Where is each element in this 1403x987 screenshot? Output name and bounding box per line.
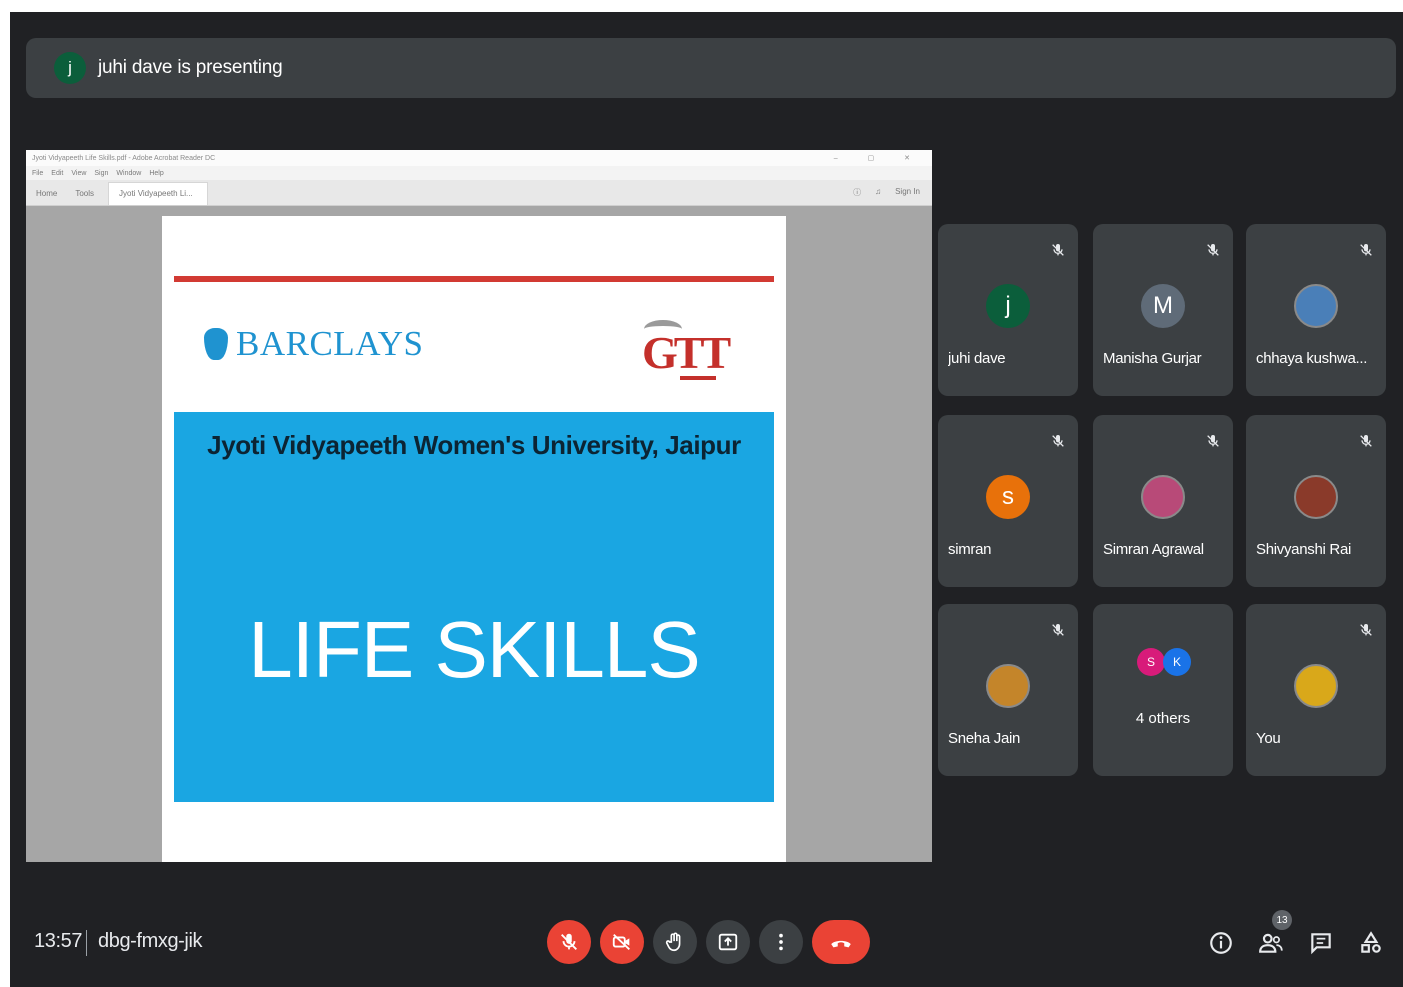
- screen-sign-in: Sign In: [895, 187, 920, 196]
- shared-screen[interactable]: Jyoti Vidyapeeth Life Skills.pdf - Adobe…: [26, 150, 932, 862]
- muted-mic-icon: [1052, 435, 1064, 447]
- participant-name: 4 others: [1135, 710, 1191, 727]
- screen-tab-home: Home: [36, 189, 58, 198]
- participant-avatar: s: [986, 475, 1030, 519]
- people-count-badge: 13: [1272, 910, 1292, 930]
- meet-window: j juhi dave is presenting Jyoti Vidyapee…: [10, 12, 1403, 987]
- muted-mic-icon: [1052, 624, 1064, 636]
- barclays-eagle-icon: [204, 328, 228, 360]
- gtt-tagline-bar: [680, 376, 716, 380]
- participant-name: juhi dave: [948, 350, 1006, 367]
- slide-title-panel: Jyoti Vidyapeeth Women's University, Jai…: [174, 412, 774, 802]
- participant-tile-chhaya-kushwa[interactable]: chhaya kushwa...: [1246, 224, 1386, 396]
- mic-off-icon: [561, 933, 577, 950]
- gtt-logo: GTT: [636, 312, 731, 382]
- chat-button[interactable]: [1308, 930, 1334, 956]
- people-button[interactable]: [1258, 930, 1284, 956]
- participant-name: You: [1256, 730, 1281, 747]
- participant-tile-sneha-jain[interactable]: Sneha Jain: [938, 604, 1078, 776]
- participant-name: chhaya kushwa...: [1256, 350, 1368, 367]
- screen-window-title: Jyoti Vidyapeeth Life Skills.pdf - Adobe…: [32, 154, 216, 162]
- screen-menu-item: Edit: [51, 169, 64, 177]
- participant-name: Manisha Gurjar: [1103, 350, 1202, 367]
- screen-menu-item: Sign: [94, 169, 109, 177]
- screen-window-controls: ‒ ▢ ✕: [833, 155, 924, 162]
- slide-university: Jyoti Vidyapeeth Women's University, Jai…: [207, 430, 741, 460]
- screen-tab-tools: Tools: [75, 189, 95, 198]
- clock-time: 13:57: [34, 930, 83, 952]
- camera-off-icon: [612, 933, 630, 951]
- slide-page: BARCLAYS GTT Jyoti Vidyapeeth Women's Un…: [162, 216, 786, 862]
- participant-avatar: M: [1141, 284, 1185, 328]
- bottom-bar: 13:57 dbg-fmxg-jik 13: [10, 892, 1403, 987]
- hang-up-icon: [831, 940, 851, 948]
- muted-mic-icon: [1360, 244, 1372, 256]
- others-avatar-k: K: [1163, 648, 1191, 676]
- leave-call-button[interactable]: [812, 920, 870, 964]
- meeting-code: dbg-fmxg-jik: [98, 930, 203, 952]
- mic-off-button[interactable]: [547, 920, 591, 964]
- participant-photo: [986, 664, 1030, 708]
- presenting-banner: j juhi dave is presenting: [26, 38, 1396, 98]
- barclays-wordmark: BARCLAYS: [236, 324, 424, 363]
- more-options-button[interactable]: [759, 920, 803, 964]
- info-icon: [1210, 932, 1232, 954]
- participant-tile-manisha-gurjar[interactable]: M Manisha Gurjar: [1093, 224, 1233, 396]
- presenting-text: juhi dave is presenting: [98, 57, 283, 78]
- participant-photo: [1141, 475, 1185, 519]
- activities-button[interactable]: [1358, 930, 1384, 956]
- participant-photo: [1294, 664, 1338, 708]
- activities-icon: [1361, 931, 1381, 953]
- divider: [86, 930, 87, 956]
- screen-menu-item: File: [32, 169, 44, 177]
- participant-tile-juhi-dave[interactable]: j juhi dave: [938, 224, 1078, 396]
- slide-title: LIFE SKILLS: [248, 605, 700, 694]
- participant-tile-you[interactable]: You: [1246, 604, 1386, 776]
- muted-mic-icon: [1052, 244, 1064, 256]
- raise-hand-button[interactable]: [653, 920, 697, 964]
- present-button[interactable]: [706, 920, 750, 964]
- screen-menu-item: View: [71, 169, 87, 177]
- participant-name: Simran Agrawal: [1103, 541, 1204, 558]
- participant-tile-simran[interactable]: s simran: [938, 415, 1078, 587]
- screen-menu-item: Help: [149, 169, 164, 177]
- camera-off-button[interactable]: [600, 920, 644, 964]
- screen-title-bar: Jyoti Vidyapeeth Life Skills.pdf - Adobe…: [26, 150, 932, 166]
- muted-mic-icon: [1207, 244, 1219, 256]
- chat-icon: [1311, 933, 1331, 955]
- screen-help-icon: ⓘ: [853, 188, 862, 197]
- screen-menu-item: Window: [116, 169, 142, 177]
- screen-menu-bar: File Edit View Sign Window Help: [26, 166, 932, 180]
- participant-photo: [1294, 475, 1338, 519]
- people-icon: [1259, 933, 1283, 953]
- barclays-logo: BARCLAYS: [204, 324, 424, 364]
- present-screen-icon: [718, 933, 738, 951]
- participant-avatar: j: [986, 284, 1030, 328]
- participant-name: simran: [948, 541, 992, 558]
- muted-mic-icon: [1360, 435, 1372, 447]
- gtt-wordmark: GTT: [642, 327, 731, 378]
- participant-tile-simran-agrawal[interactable]: Simran Agrawal: [1093, 415, 1233, 587]
- more-vert-icon: [779, 933, 783, 951]
- muted-mic-icon: [1207, 435, 1219, 447]
- participant-tile-shivyanshi-rai[interactable]: Shivyanshi Rai: [1246, 415, 1386, 587]
- hand-icon: [665, 932, 681, 952]
- muted-mic-icon: [1360, 624, 1372, 636]
- slide-red-rule: [174, 276, 774, 282]
- meeting-details-button[interactable]: [1208, 930, 1234, 956]
- participant-photo: [1294, 284, 1338, 328]
- participant-name: Sneha Jain: [948, 730, 1021, 747]
- screen-tab-document: Jyoti Vidyapeeth Li...: [108, 182, 208, 205]
- screen-bell-icon: ♫: [875, 187, 882, 196]
- others-avatar-s: S: [1137, 648, 1165, 676]
- presenter-avatar: j: [54, 52, 86, 84]
- participant-name: Shivyanshi Rai: [1256, 541, 1352, 558]
- screen-tab-bar: Home Tools Jyoti Vidyapeeth Li... ⓘ ♫ Si…: [26, 180, 932, 206]
- participant-tile-others[interactable]: SK 4 others: [1093, 604, 1233, 776]
